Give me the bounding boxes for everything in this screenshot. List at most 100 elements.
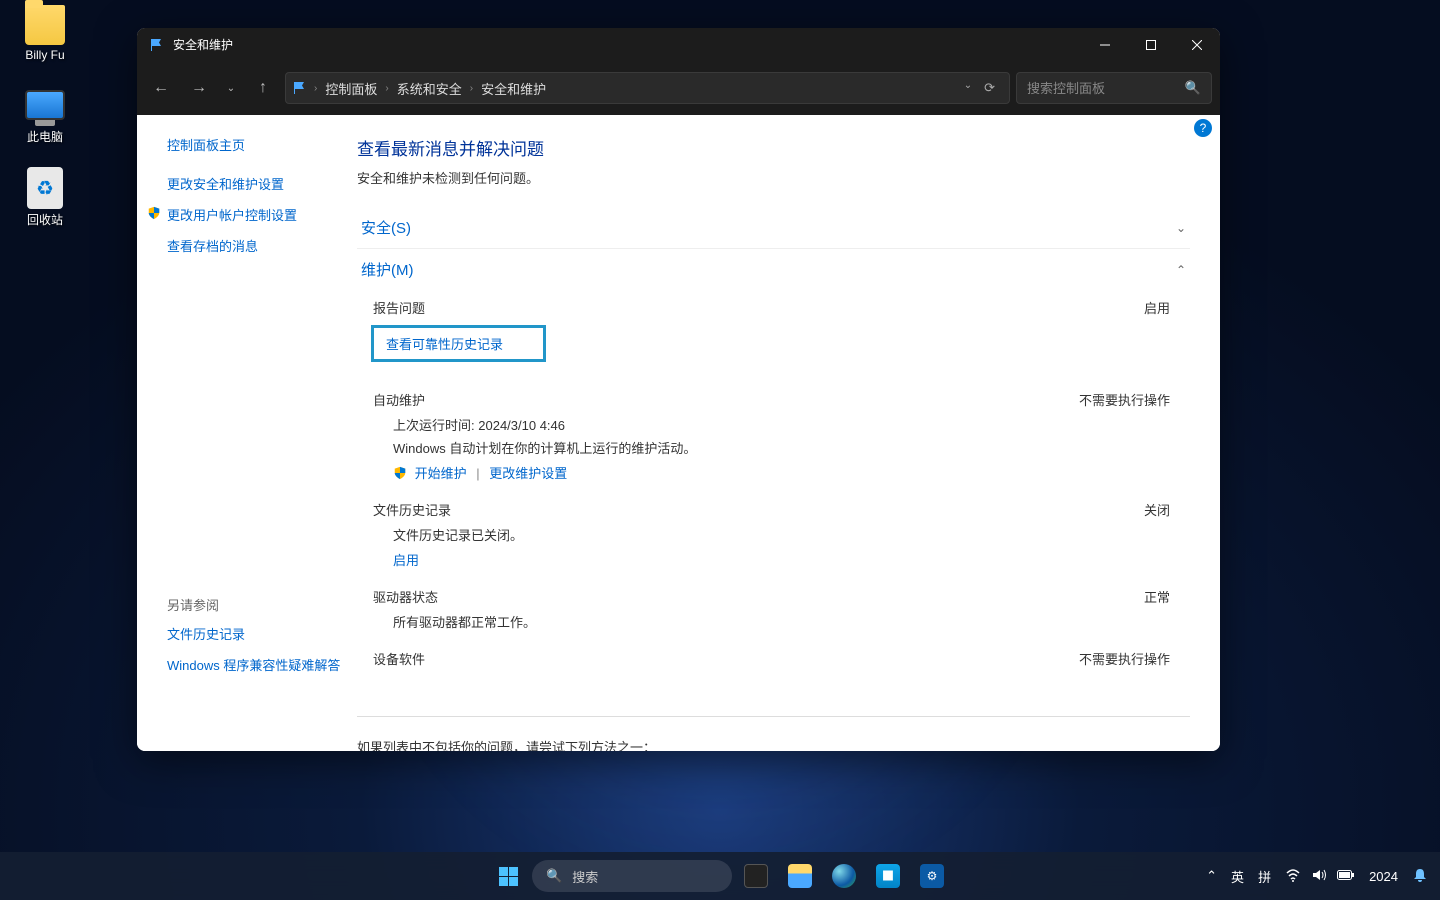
folder-icon [25,5,65,45]
drive-label: 驱动器状态 [373,587,1060,606]
taskbar-search-placeholder: 搜索 [572,867,598,886]
search-box[interactable]: 🔍 [1016,72,1212,104]
device-software-status: 不需要执行操作 [1060,649,1190,668]
breadcrumb-segment[interactable]: 控制面板 [319,79,383,98]
store-button[interactable]: ⯀ [868,856,908,896]
volume-icon[interactable] [1311,867,1327,886]
refresh-button[interactable]: ⟳ [984,80,995,96]
sidebar-link-change-uac[interactable]: 更改用户帐户控制设置 [167,205,347,224]
taskbar-right: ⌃ 英 拼 2024 [1206,867,1440,886]
back-button[interactable]: ← [145,72,177,104]
chevron-right-icon: › [470,83,473,94]
ime-mode-pinyin[interactable]: 拼 [1258,867,1271,886]
auto-maint-row: 自动维护 不需要执行操作 [373,390,1190,409]
task-view-button[interactable] [736,856,776,896]
desktop-icons: Billy Fu 此电脑 ♻ 回收站 [10,5,80,251]
edge-icon [832,864,856,888]
sidebar-link-archived[interactable]: 查看存档的消息 [167,236,347,255]
report-row: 报告问题 启用 [373,298,1190,317]
flag-icon [149,37,165,53]
flag-icon [292,80,308,96]
help-button[interactable]: ? [1194,119,1212,137]
separator: | [476,466,479,481]
drive-row: 驱动器状态 正常 [373,587,1190,606]
drive-desc: 所有驱动器都正常工作。 [393,612,1190,631]
shield-icon [393,466,407,480]
desktop-icon-label: 此电脑 [27,128,63,145]
control-panel-taskbar-button[interactable]: ⚙ [912,856,952,896]
footer-section: 如果列表中不包括你的问题，请尝试下列方法之一： 恢复(R) 恢复电脑而不影响文件… [357,716,1190,751]
taskbar-search[interactable]: 🔍 搜索 [532,860,732,892]
sidebar: 控制面板主页 更改安全和维护设置 更改用户帐户控制设置 查看存档的消息 另请参阅… [137,115,347,751]
main-pane: ? 查看最新消息并解决问题 安全和维护未检测到任何问题。 安全(S) ⌄ 维护(… [347,115,1220,751]
breadcrumb-segment[interactable]: 安全和维护 [475,79,552,98]
battery-icon[interactable] [1337,869,1355,884]
section-title: 维护(M) [361,259,1176,280]
start-button[interactable] [488,856,528,896]
file-history-status: 关闭 [1060,500,1190,519]
device-software-row: 设备软件 不需要执行操作 [373,649,1190,668]
recycle-icon: ♻ [27,167,63,209]
desktop-icon-recycle-bin[interactable]: ♻ 回收站 [10,168,80,228]
up-button[interactable]: ↑ [247,72,279,104]
breadcrumb-segment[interactable]: 系统和安全 [391,79,468,98]
reliability-history-highlight: 查看可靠性历史记录 [371,325,546,362]
search-icon: 🔍 [546,868,562,884]
close-button[interactable] [1174,28,1220,61]
maximize-button[interactable] [1128,28,1174,61]
change-maint-link[interactable]: 更改维护设置 [489,466,567,481]
drive-status: 正常 [1060,587,1190,606]
recent-dropdown[interactable]: ⌄ [221,72,241,104]
file-history-label: 文件历史记录 [373,500,1060,519]
footer-prompt: 如果列表中不包括你的问题，请尝试下列方法之一： [357,737,1190,751]
control-panel-icon: ⚙ [920,864,944,888]
see-also-compat[interactable]: Windows 程序兼容性疑难解答 [167,655,347,674]
maintenance-section-header[interactable]: 维护(M) ⌃ [357,248,1190,290]
chevron-right-icon: › [385,83,388,94]
notifications-icon[interactable] [1412,867,1428,886]
auto-maint-status: 不需要执行操作 [1060,390,1190,409]
task-view-icon [744,864,768,888]
auto-maint-label: 自动维护 [373,390,1060,409]
reliability-history-link[interactable]: 查看可靠性历史记录 [386,337,503,352]
sidebar-home-link[interactable]: 控制面板主页 [167,135,347,154]
tray-overflow[interactable]: ⌃ [1206,868,1217,884]
file-history-desc: 文件历史记录已关闭。 [393,525,1190,544]
titlebar[interactable]: 安全和维护 [137,28,1220,61]
desktop-icon-label: 回收站 [27,211,63,228]
sidebar-link-label: 更改用户帐户控制设置 [167,208,297,223]
auto-maint-desc: Windows 自动计划在你的计算机上运行的维护活动。 [393,438,1190,457]
minimize-button[interactable] [1082,28,1128,61]
last-run-prefix: 上次运行时间: [393,418,475,433]
windows-logo-icon [499,867,518,886]
taskbar-center: 🔍 搜索 ⯀ ⚙ [488,856,952,896]
taskbar-year[interactable]: 2024 [1369,869,1398,884]
see-also-file-history[interactable]: 文件历史记录 [167,624,347,643]
address-bar[interactable]: › 控制面板 › 系统和安全 › 安全和维护 ⌄ ⟳ [285,72,1010,104]
desktop-icon-this-pc[interactable]: 此电脑 [10,85,80,145]
file-history-enable-link[interactable]: 启用 [393,553,419,568]
last-run-line: 上次运行时间: 2024/3/10 4:46 [393,415,1190,434]
explorer-icon [788,864,812,888]
address-dropdown[interactable]: ⌄ [964,80,972,96]
navbar: ← → ⌄ ↑ › 控制面板 › 系统和安全 › 安全和维护 ⌄ ⟳ 🔍 [137,61,1220,115]
security-section-header[interactable]: 安全(S) ⌄ [357,207,1190,248]
desktop-icon-label: Billy Fu [25,48,64,62]
device-software-label: 设备软件 [373,649,1060,668]
report-label: 报告问题 [373,298,1060,317]
search-input[interactable] [1027,81,1185,96]
edge-button[interactable] [824,856,864,896]
explorer-button[interactable] [780,856,820,896]
start-maint-link[interactable]: 开始维护 [415,466,467,481]
content-area: 控制面板主页 更改安全和维护设置 更改用户帐户控制设置 查看存档的消息 另请参阅… [137,115,1220,751]
shield-icon [147,206,161,220]
ime-language-en[interactable]: 英 [1231,867,1244,886]
taskbar: 🔍 搜索 ⯀ ⚙ ⌃ 英 拼 2024 [0,852,1440,900]
sidebar-link-change-security[interactable]: 更改安全和维护设置 [167,174,347,193]
maintenance-section-body: 报告问题 启用 查看可靠性历史记录 自动维护 不需要执行操作 上次运行时间: 2… [357,290,1190,692]
wifi-icon[interactable] [1285,867,1301,886]
chevron-up-icon: ⌃ [1176,263,1186,277]
forward-button[interactable]: → [183,72,215,104]
desktop-icon-folder[interactable]: Billy Fu [10,5,80,62]
page-subtitle: 安全和维护未检测到任何问题。 [357,168,1190,187]
